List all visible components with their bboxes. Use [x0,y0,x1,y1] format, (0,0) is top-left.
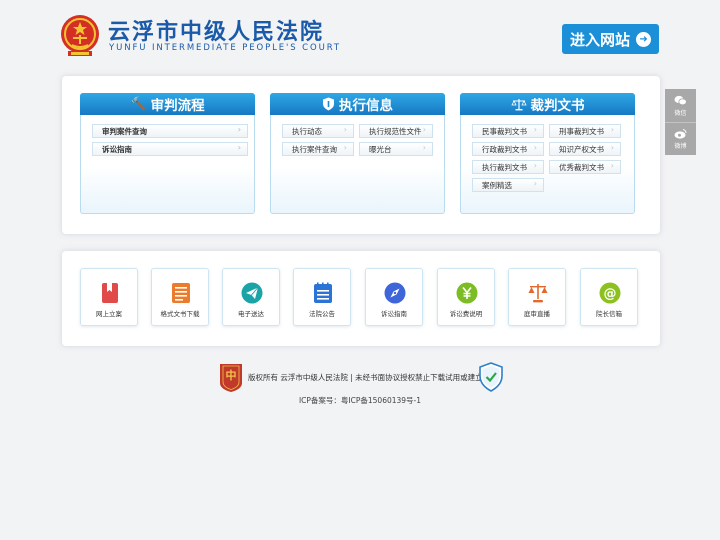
online-filing-tile[interactable]: 网上立案 [80,268,138,326]
copyright-text: 版权所有 云浮市中级人民法院 | 未经书面协议授权禁止下载试用或建立镜像 [248,373,498,382]
weibo-icon [674,129,687,139]
litigation-guide-label: 诉讼指南 [381,310,407,318]
e-delivery-label: 电子送达 [238,310,264,318]
president-mailbox-tile[interactable]: @ 院长信箱 [580,268,638,326]
gavel-icon: 🔨 [130,96,147,112]
share-sidebar: 微信 微博 [665,89,696,155]
trial-process-header: 🔨 审判流程 [80,93,255,115]
scales-icon [528,284,548,303]
court-announcement-label: 法院公告 [309,310,335,318]
case-selection-link[interactable]: 案例精选 [472,178,544,192]
civil-judgment-link[interactable]: 民事裁判文书 [472,124,544,138]
execution-rules-link[interactable]: 执行规范性文件 [359,124,433,138]
online-filing-label: 网上立案 [96,310,122,318]
scales-icon [510,98,527,110]
execution-case-query-link[interactable]: 执行案件查询 [282,142,354,156]
arrow-right-icon: ➜ [636,31,652,47]
court-title-english: YUNFU INTERMEDIATE PEOPLE'S COURT [109,43,341,53]
weibo-share[interactable]: 微博 [665,122,696,155]
document-icon [172,283,190,303]
litigation-fee-tile[interactable]: 诉讼费说明 [437,268,495,326]
trial-case-query-link[interactable]: 审判案件查询 [92,124,248,138]
ip-judgment-link[interactable]: 知识产权文书 [549,142,621,156]
weibo-label: 微博 [674,143,687,150]
exposure-platform-link[interactable]: 曝光台 [359,142,433,156]
execution-info-card: 执行信息 执行动态 执行规范性文件 执行案件查询 曝光台 [270,93,445,214]
paper-plane-icon [241,282,263,304]
administrative-judgment-link[interactable]: 行政裁判文书 [472,142,544,156]
form-download-label: 格式文书下载 [160,310,200,318]
criminal-judgment-link[interactable]: 刑事裁判文书 [549,124,621,138]
judgment-documents-card: 裁判文书 民事裁判文书 刑事裁判文书 行政裁判文书 知识产权文书 执行裁判文书 … [460,93,635,214]
trial-process-title: 审判流程 [150,98,205,114]
wechat-label: 微信 [674,109,687,117]
execution-info-title: 执行信息 [339,98,393,114]
services-panel: 网上立案 格式文书下载 电子送达 法院公告 诉讼指南 诉讼费说明 庭审直播 @ … [62,251,660,346]
compass-icon [384,282,406,304]
party-government-badge-icon: 中 [220,364,242,392]
security-shield-icon[interactable] [478,362,504,392]
info-panel: 🔨 审判流程 审判案件查询 诉讼指南 执行信息 执行动态 执行规范性文件 执行案… [62,76,660,234]
email-at-icon: @ [599,282,621,304]
trial-process-card: 🔨 审判流程 审判案件查询 诉讼指南 [80,93,255,214]
yuan-icon [456,282,478,304]
enter-site-label: 进入网站 [570,30,631,49]
litigation-fee-label: 诉讼费说明 [449,310,483,318]
execution-judgment-link[interactable]: 执行裁判文书 [472,160,544,174]
excellent-judgment-link[interactable]: 优秀裁判文书 [549,160,621,174]
judgment-documents-header: 裁判文书 [460,93,635,115]
trial-live-tile[interactable]: 庭审直播 [508,268,566,326]
trial-live-label: 庭审直播 [524,310,550,318]
form-download-tile[interactable]: 格式文书下载 [151,268,209,326]
court-announcement-tile[interactable]: 法院公告 [293,268,351,326]
litigation-guide-tile[interactable]: 诉讼指南 [365,268,423,326]
execution-info-header: 执行信息 [270,93,445,115]
enter-site-button[interactable]: 进入网站 ➜ [562,24,659,54]
e-delivery-tile[interactable]: 电子送达 [222,268,280,326]
court-title: 云浮市中级人民法院 [108,19,325,45]
president-mailbox-label: 院长信箱 [596,310,622,318]
court-emblem-icon [61,15,99,56]
icp-registration[interactable]: ICP备案号：粤ICP备15060139号-1 [0,395,720,406]
svg-text:@: @ [604,287,617,302]
execution-news-link[interactable]: 执行动态 [282,124,354,138]
wechat-share[interactable]: 微信 [665,89,696,122]
shield-icon [323,97,334,111]
bookmark-icon [102,283,118,303]
litigation-guide-link[interactable]: 诉讼指南 [92,142,248,156]
judgment-documents-title: 裁判文书 [530,98,585,114]
site-header: 云浮市中级人民法院 YUNFU INTERMEDIATE PEOPLE'S CO… [0,0,720,66]
notepad-icon [314,282,332,303]
wechat-icon [674,95,687,105]
svg-text:中: 中 [226,368,237,382]
